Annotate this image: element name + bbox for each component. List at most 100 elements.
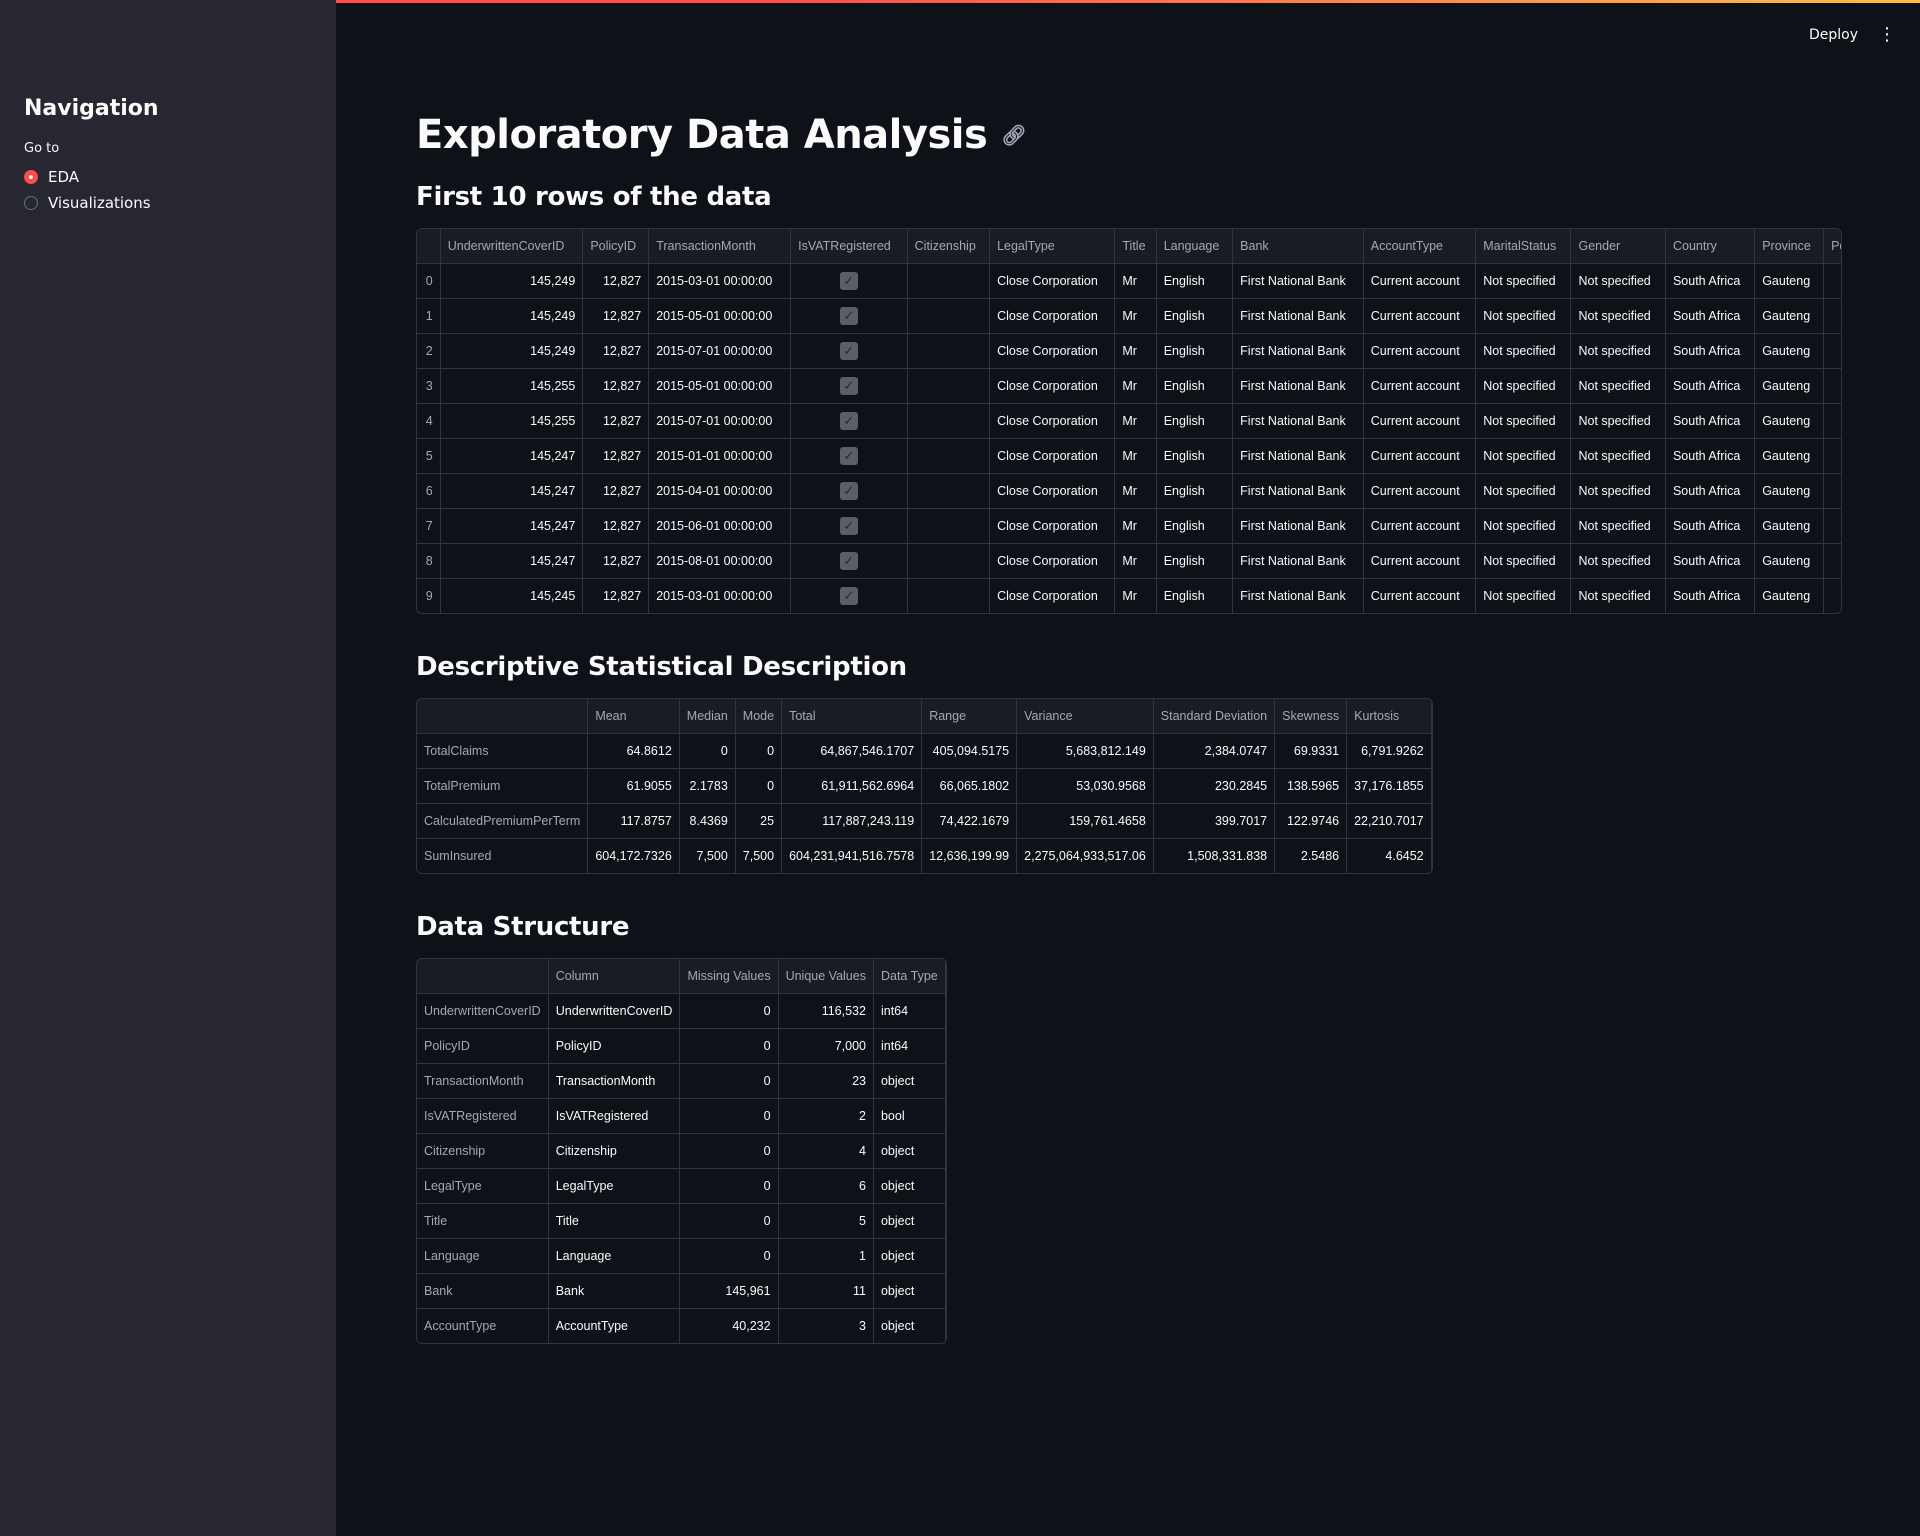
- table-cell[interactable]: Not specified: [1570, 263, 1666, 299]
- table-cell[interactable]: South Africa: [1665, 368, 1756, 404]
- column-header[interactable]: Missing Values: [679, 959, 779, 994]
- table-cell[interactable]: Not specified: [1475, 263, 1572, 299]
- table-cell[interactable]: 2015-03-01 00:00:00: [648, 578, 792, 613]
- table-cell[interactable]: Mr: [1114, 368, 1157, 404]
- table-row[interactable]: 6 145,247 12,827 2015-04-01 00:00:00 ✓ Close …: [417, 473, 1841, 509]
- table-cell[interactable]: South Africa: [1665, 508, 1756, 544]
- table-cell[interactable]: Current account: [1363, 333, 1477, 369]
- table-cell[interactable]: 64.8612: [587, 733, 680, 769]
- table-cell[interactable]: 61.9055: [587, 768, 680, 804]
- table-row[interactable]: UnderwrittenCoverID UnderwrittenCoverID 0 1…: [417, 993, 946, 1029]
- table-cell[interactable]: 6,791.9262: [1346, 733, 1432, 769]
- table-cell[interactable]: 405,094.5175: [921, 733, 1018, 769]
- table-cell[interactable]: ✓: [790, 578, 908, 613]
- table-cell[interactable]: Not specified: [1570, 403, 1666, 439]
- table-cell[interactable]: Close Corporation: [989, 263, 1116, 299]
- column-header[interactable]: Unique Values: [778, 959, 874, 994]
- column-header[interactable]: [417, 959, 549, 994]
- table-cell[interactable]: 230.2845: [1153, 768, 1276, 804]
- link-icon[interactable]: 🔗︎: [1001, 123, 1026, 147]
- table-cell[interactable]: 25: [735, 803, 783, 839]
- table-cell[interactable]: Gauteng: [1754, 368, 1825, 404]
- table-cell[interactable]: 69.9331: [1274, 733, 1348, 769]
- table-cell[interactable]: Mr: [1114, 403, 1157, 439]
- table-cell[interactable]: Current account: [1363, 263, 1477, 299]
- table-cell[interactable]: 145,247: [440, 508, 584, 544]
- table-cell[interactable]: English: [1156, 298, 1234, 334]
- table-cell[interactable]: English: [1156, 473, 1234, 509]
- table-row[interactable]: AccountType AccountType 40,232 3 object: [417, 1308, 946, 1343]
- table-cell[interactable]: First National Bank: [1232, 263, 1364, 299]
- table-cell[interactable]: 3: [778, 1308, 874, 1343]
- table-cell[interactable]: ✓: [790, 368, 908, 404]
- table-cell[interactable]: South Africa: [1665, 263, 1756, 299]
- table-cell[interactable]: ✓: [790, 403, 908, 439]
- column-header[interactable]: Total: [781, 699, 923, 734]
- table-cell[interactable]: Current account: [1363, 403, 1477, 439]
- table-cell[interactable]: 145,247: [440, 438, 584, 474]
- table-cell[interactable]: Not specified: [1570, 368, 1666, 404]
- table-cell[interactable]: Close Corporation: [989, 543, 1116, 579]
- table-row[interactable]: Bank Bank 145,961 11 object: [417, 1273, 946, 1309]
- structure-table[interactable]: Column Missing Values Unique Values Data Ty…: [417, 959, 946, 1343]
- table-row[interactable]: PolicyID PolicyID 0 7,000 int64: [417, 1028, 946, 1064]
- table-cell[interactable]: 7,500: [735, 838, 783, 873]
- table-cell[interactable]: 2015-01-01 00:00:00: [648, 438, 792, 474]
- table-cell[interactable]: 37,176.1855: [1346, 768, 1432, 804]
- table-cell[interactable]: [1823, 543, 1841, 579]
- table-cell[interactable]: 604,231,941,516.7578: [781, 838, 923, 873]
- table-cell[interactable]: Close Corporation: [989, 333, 1116, 369]
- table-cell[interactable]: 12,827: [582, 473, 650, 509]
- table-cell[interactable]: [1823, 578, 1841, 613]
- table-row[interactable]: 4 145,255 12,827 2015-07-01 00:00:00 ✓ Close …: [417, 403, 1841, 439]
- table-cell[interactable]: Not specified: [1475, 298, 1572, 334]
- table-cell[interactable]: 12,636,199.99: [921, 838, 1018, 873]
- table-cell[interactable]: [1823, 403, 1841, 439]
- table-cell[interactable]: 145,249: [440, 298, 584, 334]
- table-cell[interactable]: 74,422.1679: [921, 803, 1018, 839]
- row-index-cell[interactable]: TotalPremium: [417, 768, 589, 804]
- table-cell[interactable]: Citizenship: [548, 1133, 681, 1169]
- table-cell[interactable]: 6: [778, 1168, 874, 1204]
- table-cell[interactable]: Close Corporation: [989, 508, 1116, 544]
- column-header[interactable]: Kurtosis: [1346, 699, 1432, 734]
- table-cell[interactable]: Close Corporation: [989, 473, 1116, 509]
- stats-table[interactable]: Mean Median Mode Total Range Variance Standard…: [417, 699, 1432, 873]
- table-cell[interactable]: 2015-03-01 00:00:00: [648, 263, 792, 299]
- column-header[interactable]: Data Type: [873, 959, 946, 994]
- table-cell[interactable]: [907, 438, 991, 474]
- table-cell[interactable]: [907, 508, 991, 544]
- table-cell[interactable]: 2: [778, 1098, 874, 1134]
- table-cell[interactable]: ✓: [790, 508, 908, 544]
- table-cell[interactable]: Gauteng: [1754, 438, 1825, 474]
- table-cell[interactable]: Current account: [1363, 368, 1477, 404]
- table-cell[interactable]: South Africa: [1665, 578, 1756, 613]
- table-row[interactable]: SumInsured 604,172.7326 7,500 7,500 604,231,…: [417, 838, 1432, 873]
- table-cell[interactable]: [907, 263, 991, 299]
- column-header[interactable]: Citizenship: [907, 229, 991, 264]
- table-cell[interactable]: 61,911,562.6964: [781, 768, 923, 804]
- table-cell[interactable]: South Africa: [1665, 473, 1756, 509]
- table-cell[interactable]: Gauteng: [1754, 578, 1825, 613]
- column-header[interactable]: IsVATRegistered: [790, 229, 908, 264]
- column-header[interactable]: TransactionMonth: [648, 229, 792, 264]
- table-cell[interactable]: English: [1156, 333, 1234, 369]
- column-header[interactable]: Gender: [1570, 229, 1666, 264]
- table-cell[interactable]: [907, 543, 991, 579]
- table-cell[interactable]: TransactionMonth: [548, 1063, 681, 1099]
- table-cell[interactable]: First National Bank: [1232, 508, 1364, 544]
- table-cell[interactable]: 40,232: [679, 1308, 779, 1343]
- table-cell[interactable]: South Africa: [1665, 333, 1756, 369]
- table-row[interactable]: Language Language 0 1 object: [417, 1238, 946, 1274]
- table-cell[interactable]: 12,827: [582, 543, 650, 579]
- table-cell[interactable]: English: [1156, 578, 1234, 613]
- column-header[interactable]: Standard Deviation: [1153, 699, 1276, 734]
- table-cell[interactable]: Close Corporation: [989, 438, 1116, 474]
- row-index-cell[interactable]: LegalType: [417, 1168, 549, 1204]
- table-cell[interactable]: 138.5965: [1274, 768, 1348, 804]
- table-cell[interactable]: 5,683,812.149: [1016, 733, 1154, 769]
- column-header[interactable]: Country: [1665, 229, 1756, 264]
- table-cell[interactable]: 2015-04-01 00:00:00: [648, 473, 792, 509]
- row-index-cell[interactable]: Title: [417, 1203, 549, 1239]
- table-cell[interactable]: ✓: [790, 333, 908, 369]
